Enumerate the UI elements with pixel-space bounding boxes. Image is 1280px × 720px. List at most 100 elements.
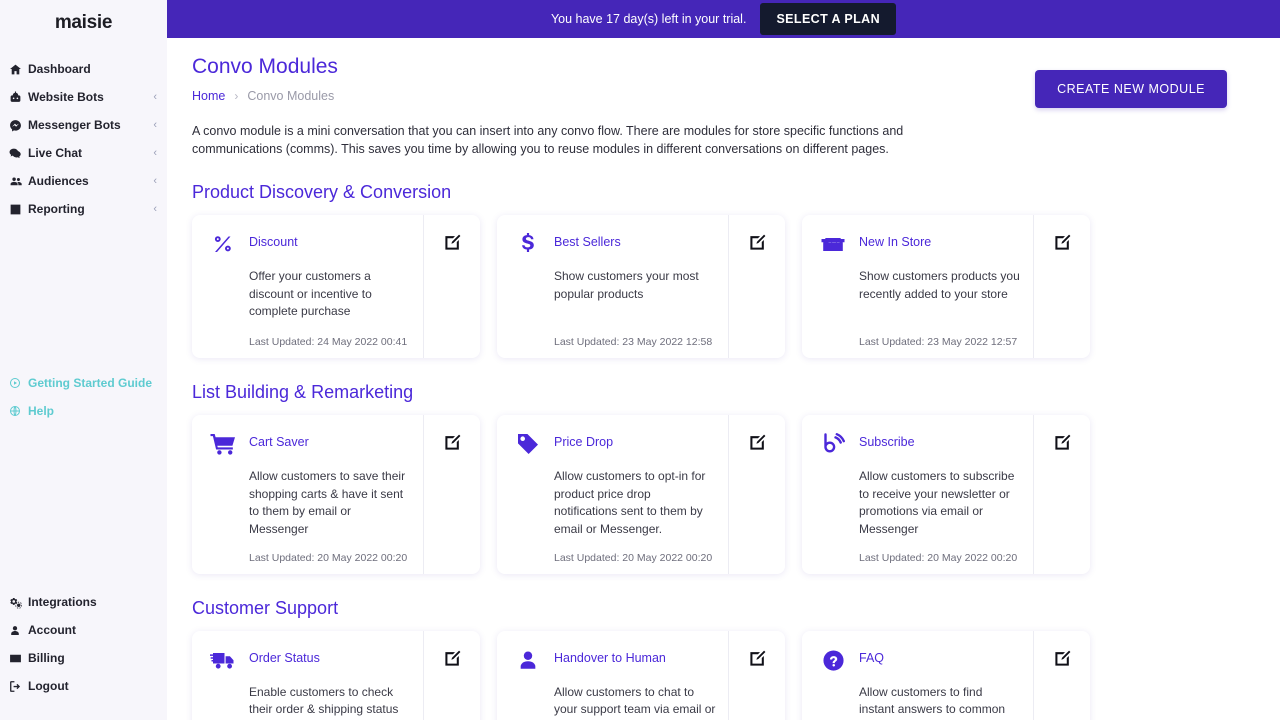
- card-row: Order Status Enable customers to check t…: [192, 631, 1227, 720]
- page-content: Convo Modules Home › Convo Modules A con…: [167, 38, 1280, 720]
- card-row: Cart Saver Allow customers to save their…: [192, 415, 1227, 574]
- sidebar-help-group: Getting Started Guide Help: [0, 369, 167, 425]
- module-card-cart-saver[interactable]: Cart Saver Allow customers to save their…: [192, 415, 480, 574]
- edit-module-button[interactable]: [1033, 415, 1090, 574]
- card-body: Best Sellers Show customers your most po…: [497, 215, 728, 358]
- primary-navigation: Dashboard Website Bots ‹ Messenger Bots …: [0, 55, 167, 223]
- edit-icon: [443, 233, 462, 252]
- breadcrumb-separator-icon: ›: [234, 89, 238, 103]
- chevron-left-icon[interactable]: ‹: [153, 148, 157, 159]
- card-title: Best Sellers: [554, 229, 621, 249]
- module-card-discount[interactable]: Discount Offer your customers a discount…: [192, 215, 480, 358]
- section-title: Product Discovery & Conversion: [192, 182, 1227, 203]
- logout-icon: [9, 680, 28, 693]
- card-description: Enable customers to check their order & …: [249, 684, 411, 720]
- page-header: Convo Modules Home › Convo Modules A con…: [167, 38, 1280, 158]
- card-description: Allow customers to opt-in for product pr…: [554, 468, 716, 538]
- breadcrumb-home-link[interactable]: Home: [192, 89, 225, 103]
- sidebar-item-reporting[interactable]: Reporting ‹: [0, 195, 167, 223]
- section-list-building: List Building & Remarketing Cart Saver A…: [167, 382, 1280, 574]
- sidebar-item-getting-started-guide[interactable]: Getting Started Guide: [0, 369, 167, 397]
- card-title: Price Drop: [554, 429, 613, 449]
- main-content: You have 17 day(s) left in your trial. S…: [167, 0, 1280, 720]
- module-card-price-drop[interactable]: Price Drop Allow customers to opt-in for…: [497, 415, 785, 574]
- chat-bubbles-icon: [9, 147, 28, 160]
- select-a-plan-button[interactable]: SELECT A PLAN: [760, 3, 896, 35]
- brand-logo[interactable]: maisie: [0, 0, 167, 45]
- chevron-left-icon[interactable]: ‹: [153, 92, 157, 103]
- section-customer-support: Customer Support Order Status Enable cus…: [167, 598, 1280, 720]
- card-description: Allow customers to save their shopping c…: [249, 468, 411, 538]
- price-tag-icon: [514, 430, 542, 458]
- module-card-faq[interactable]: FAQ Allow customers to find instant answ…: [802, 631, 1090, 720]
- edit-module-button[interactable]: [728, 215, 785, 358]
- card-header: New In Store: [819, 229, 1021, 258]
- module-card-handover-to-human[interactable]: Handover to Human Allow customers to cha…: [497, 631, 785, 720]
- card-header: Best Sellers: [514, 229, 716, 258]
- trial-banner: You have 17 day(s) left in your trial. S…: [167, 0, 1280, 38]
- sidebar-item-label: Logout: [28, 679, 69, 693]
- sidebar-item-label: Website Bots: [28, 90, 104, 104]
- card-body: Order Status Enable customers to check t…: [192, 631, 423, 720]
- sidebar-item-label: Account: [28, 623, 76, 637]
- module-card-new-in-store[interactable]: New In Store Show customers products you…: [802, 215, 1090, 358]
- card-body: FAQ Allow customers to find instant answ…: [802, 631, 1033, 720]
- sidebar-item-audiences[interactable]: Audiences ‹: [0, 167, 167, 195]
- edit-module-button[interactable]: [1033, 631, 1090, 720]
- sidebar-item-integrations[interactable]: Integrations: [0, 588, 167, 616]
- sidebar-item-label: Live Chat: [28, 146, 82, 160]
- sidebar-item-label: Billing: [28, 651, 65, 665]
- card-title: Cart Saver: [249, 429, 309, 449]
- sidebar-help-label: Help: [28, 404, 54, 418]
- edit-module-button[interactable]: [423, 631, 480, 720]
- edit-module-button[interactable]: [423, 215, 480, 358]
- edit-module-button[interactable]: [728, 415, 785, 574]
- section-title: Customer Support: [192, 598, 1227, 619]
- sidebar-item-live-chat[interactable]: Live Chat ‹: [0, 139, 167, 167]
- module-card-best-sellers[interactable]: Best Sellers Show customers your most po…: [497, 215, 785, 358]
- dollar-icon: [514, 230, 542, 258]
- trial-message: You have 17 day(s) left in your trial.: [551, 12, 746, 26]
- card-description: Allow customers to chat to your support …: [554, 684, 716, 720]
- sidebar-item-logout[interactable]: Logout: [0, 672, 167, 700]
- module-card-subscribe[interactable]: Subscribe Allow customers to subscribe t…: [802, 415, 1090, 574]
- card-title: New In Store: [859, 229, 931, 249]
- card-title: Order Status: [249, 645, 320, 665]
- edit-module-button[interactable]: [423, 415, 480, 574]
- person-icon: [9, 624, 28, 637]
- home-icon: [9, 63, 28, 76]
- chevron-left-icon[interactable]: ‹: [153, 120, 157, 131]
- chevron-left-icon[interactable]: ‹: [153, 204, 157, 215]
- shopping-cart-icon: [209, 430, 237, 458]
- sidebar-item-billing[interactable]: Billing: [0, 644, 167, 672]
- card-title: Subscribe: [859, 429, 915, 449]
- create-new-module-button[interactable]: CREATE NEW MODULE: [1035, 70, 1227, 108]
- card-title: FAQ: [859, 645, 884, 665]
- edit-module-button[interactable]: [1033, 215, 1090, 358]
- page-intro-text: A convo module is a mini conversation th…: [192, 122, 952, 158]
- card-description: Show customers your most popular product…: [554, 268, 716, 303]
- edit-icon: [1053, 649, 1072, 668]
- module-card-order-status[interactable]: Order Status Enable customers to check t…: [192, 631, 480, 720]
- card-row: Discount Offer your customers a discount…: [192, 215, 1227, 358]
- users-icon: [9, 175, 28, 188]
- sidebar-item-account[interactable]: Account: [0, 616, 167, 644]
- sidebar-item-help[interactable]: Help: [0, 397, 167, 425]
- gears-icon: [9, 596, 28, 609]
- sidebar-bottom-navigation: Integrations Account Billing Logout: [0, 588, 167, 700]
- sidebar-item-messenger-bots[interactable]: Messenger Bots ‹: [0, 111, 167, 139]
- card-body: Discount Offer your customers a discount…: [192, 215, 423, 358]
- card-header: Cart Saver: [209, 429, 411, 458]
- bar-chart-icon: [9, 203, 28, 216]
- edit-module-button[interactable]: [728, 631, 785, 720]
- sidebar-help-label: Getting Started Guide: [28, 376, 152, 390]
- sidebar-item-label: Dashboard: [28, 62, 91, 76]
- chevron-left-icon[interactable]: ‹: [153, 176, 157, 187]
- person-icon: [514, 646, 542, 674]
- edit-icon: [1053, 433, 1072, 452]
- edit-icon: [1053, 233, 1072, 252]
- sidebar-item-dashboard[interactable]: Dashboard: [0, 55, 167, 83]
- sidebar-item-website-bots[interactable]: Website Bots ‹: [0, 83, 167, 111]
- card-header: Handover to Human: [514, 645, 716, 674]
- breadcrumb-current: Convo Modules: [247, 89, 334, 103]
